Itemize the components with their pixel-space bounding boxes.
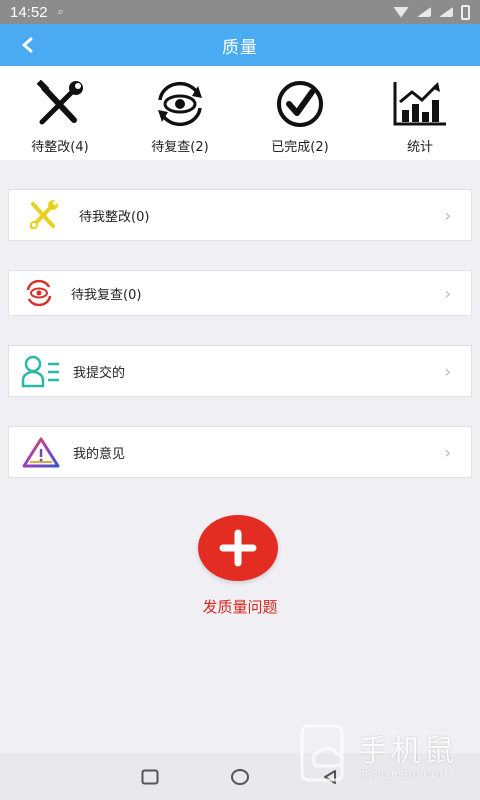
quick-action-pending-rectify[interactable]: 待整改(4) [0, 66, 120, 160]
chevron-right-icon: › [444, 283, 451, 303]
page-title: 质量 [222, 37, 258, 58]
warning-triangle-icon [22, 437, 60, 468]
quick-action-label: 待复查(2) [151, 140, 209, 155]
status-icons [393, 4, 470, 20]
quick-action-label: 待整改(4) [31, 140, 89, 155]
search-icon: ⌕ [57, 5, 64, 18]
list-item-label: 我的意见 [73, 446, 126, 462]
quick-actions: 待整改(4) 待复查(2) 已完成(2) 统计 [0, 66, 480, 160]
home-button[interactable] [230, 767, 250, 787]
list-item-label: 我提交的 [73, 365, 126, 381]
check-circle-icon [277, 81, 323, 127]
watermark-title: 手机鼠 [358, 733, 457, 769]
add-quality-issue-button[interactable] [198, 515, 278, 581]
battery-icon [461, 4, 470, 20]
watermark: 手机鼠 SHOUJISHU.COM [296, 720, 466, 786]
circle-icon [231, 768, 249, 785]
list-item-pending-my-rectify[interactable]: 待我整改(0) › [8, 189, 472, 241]
tools-icon [36, 80, 83, 125]
chevron-right-icon: › [444, 361, 451, 381]
eye-refresh-icon [26, 280, 52, 306]
quick-action-label: 统计 [406, 140, 433, 155]
chevron-right-icon: › [444, 442, 451, 462]
list-item-my-submissions[interactable]: 我提交的 › [8, 345, 472, 397]
list-item-label: 待我整改(0) [79, 209, 150, 225]
list-item-label: 待我复查(0) [71, 287, 142, 303]
watermark-url: SHOUJISHU.COM [358, 769, 449, 781]
status-bar: 14:52 ⌕ [0, 0, 480, 24]
eye-refresh-icon [158, 81, 202, 127]
app-header: 质量 [0, 24, 480, 66]
list-item-my-opinions[interactable]: 我的意见 › [8, 426, 472, 478]
back-button[interactable] [16, 34, 38, 56]
phone-cloud-icon [300, 724, 344, 782]
status-time: 14:52 [10, 3, 48, 21]
chevron-right-icon: › [444, 205, 451, 225]
signal-icon [417, 7, 431, 17]
user-list-icon [21, 355, 59, 388]
add-quality-issue-label[interactable]: 发质量问题 [0, 596, 480, 617]
quick-action-pending-review[interactable]: 待复查(2) [120, 66, 240, 160]
quick-action-completed[interactable]: 已完成(2) [240, 66, 360, 160]
list-item-pending-my-review[interactable]: 待我复查(0) › [8, 270, 472, 316]
square-icon [141, 769, 159, 784]
chevron-left-icon [22, 37, 33, 53]
recent-apps-button[interactable] [140, 767, 160, 787]
chart-icon [393, 82, 446, 126]
quick-action-label: 已完成(2) [271, 140, 329, 155]
tools-icon [30, 200, 58, 229]
wifi-icon [393, 6, 409, 18]
quick-action-statistics[interactable]: 统计 [360, 66, 480, 160]
plus-icon [219, 529, 257, 567]
signal-2-icon [439, 7, 453, 17]
